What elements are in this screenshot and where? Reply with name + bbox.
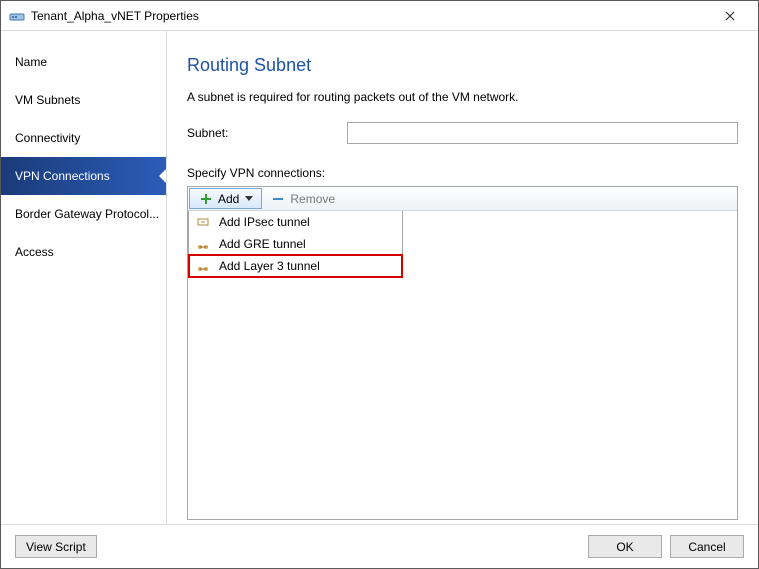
vpn-toolbar: Add Remove <box>188 187 737 211</box>
window-title: Tenant_Alpha_vNET Properties <box>31 9 710 23</box>
add-button[interactable]: Add <box>189 188 262 209</box>
sidebar-item-label: Name <box>15 55 47 69</box>
vpn-connections-list <box>188 278 737 519</box>
sidebar-item-label: Border Gateway Protocol... <box>15 207 159 221</box>
sidebar-item-bgp[interactable]: Border Gateway Protocol... <box>1 195 166 233</box>
sidebar-item-label: VPN Connections <box>15 169 110 183</box>
sidebar-item-label: VM Subnets <box>15 93 80 107</box>
minus-icon <box>270 191 286 207</box>
sidebar: Name VM Subnets Connectivity VPN Connect… <box>1 31 167 524</box>
app-icon <box>9 8 25 24</box>
client-area: Name VM Subnets Connectivity VPN Connect… <box>1 31 758 524</box>
remove-button[interactable]: Remove <box>262 187 343 210</box>
page-description: A subnet is required for routing packets… <box>187 90 738 104</box>
vpn-connections-label: Specify VPN connections: <box>187 166 738 180</box>
sidebar-item-vpn-connections[interactable]: VPN Connections <box>1 157 166 195</box>
page-title: Routing Subnet <box>187 55 738 76</box>
ok-button[interactable]: OK <box>588 535 662 558</box>
add-menu-item-gre[interactable]: Add GRE tunnel <box>189 233 402 255</box>
sidebar-item-label: Connectivity <box>15 131 80 145</box>
sidebar-item-name[interactable]: Name <box>1 43 166 81</box>
add-menu-item-label: Add GRE tunnel <box>219 237 306 251</box>
add-menu-item-label: Add Layer 3 tunnel <box>219 259 320 273</box>
add-menu-item-label: Add IPsec tunnel <box>219 215 310 229</box>
footer: View Script OK Cancel <box>1 524 758 568</box>
cancel-button[interactable]: Cancel <box>670 535 744 558</box>
subnet-input[interactable] <box>347 122 738 144</box>
add-menu: Add IPsec tunnel Add GRE tunnel <box>188 211 403 278</box>
chevron-down-icon <box>245 196 253 201</box>
add-menu-item-layer3[interactable]: Add Layer 3 tunnel <box>189 255 402 277</box>
title-bar: Tenant_Alpha_vNET Properties <box>1 1 758 31</box>
remove-button-label: Remove <box>290 192 335 206</box>
sidebar-item-connectivity[interactable]: Connectivity <box>1 119 166 157</box>
tunnel-icon <box>195 236 211 252</box>
tunnel-icon <box>195 214 211 230</box>
tunnel-icon <box>195 258 211 274</box>
add-button-label: Add <box>218 192 239 206</box>
plus-icon <box>198 191 214 207</box>
close-button[interactable] <box>710 2 750 30</box>
subnet-row: Subnet: <box>187 122 738 144</box>
subnet-label: Subnet: <box>187 126 347 140</box>
add-menu-item-ipsec[interactable]: Add IPsec tunnel <box>189 211 402 233</box>
sidebar-item-vm-subnets[interactable]: VM Subnets <box>1 81 166 119</box>
sidebar-item-label: Access <box>15 245 54 259</box>
content-pane: Routing Subnet A subnet is required for … <box>167 31 758 524</box>
vpn-connections-panel: Add Remove <box>187 186 738 520</box>
sidebar-item-access[interactable]: Access <box>1 233 166 271</box>
view-script-button[interactable]: View Script <box>15 535 97 558</box>
